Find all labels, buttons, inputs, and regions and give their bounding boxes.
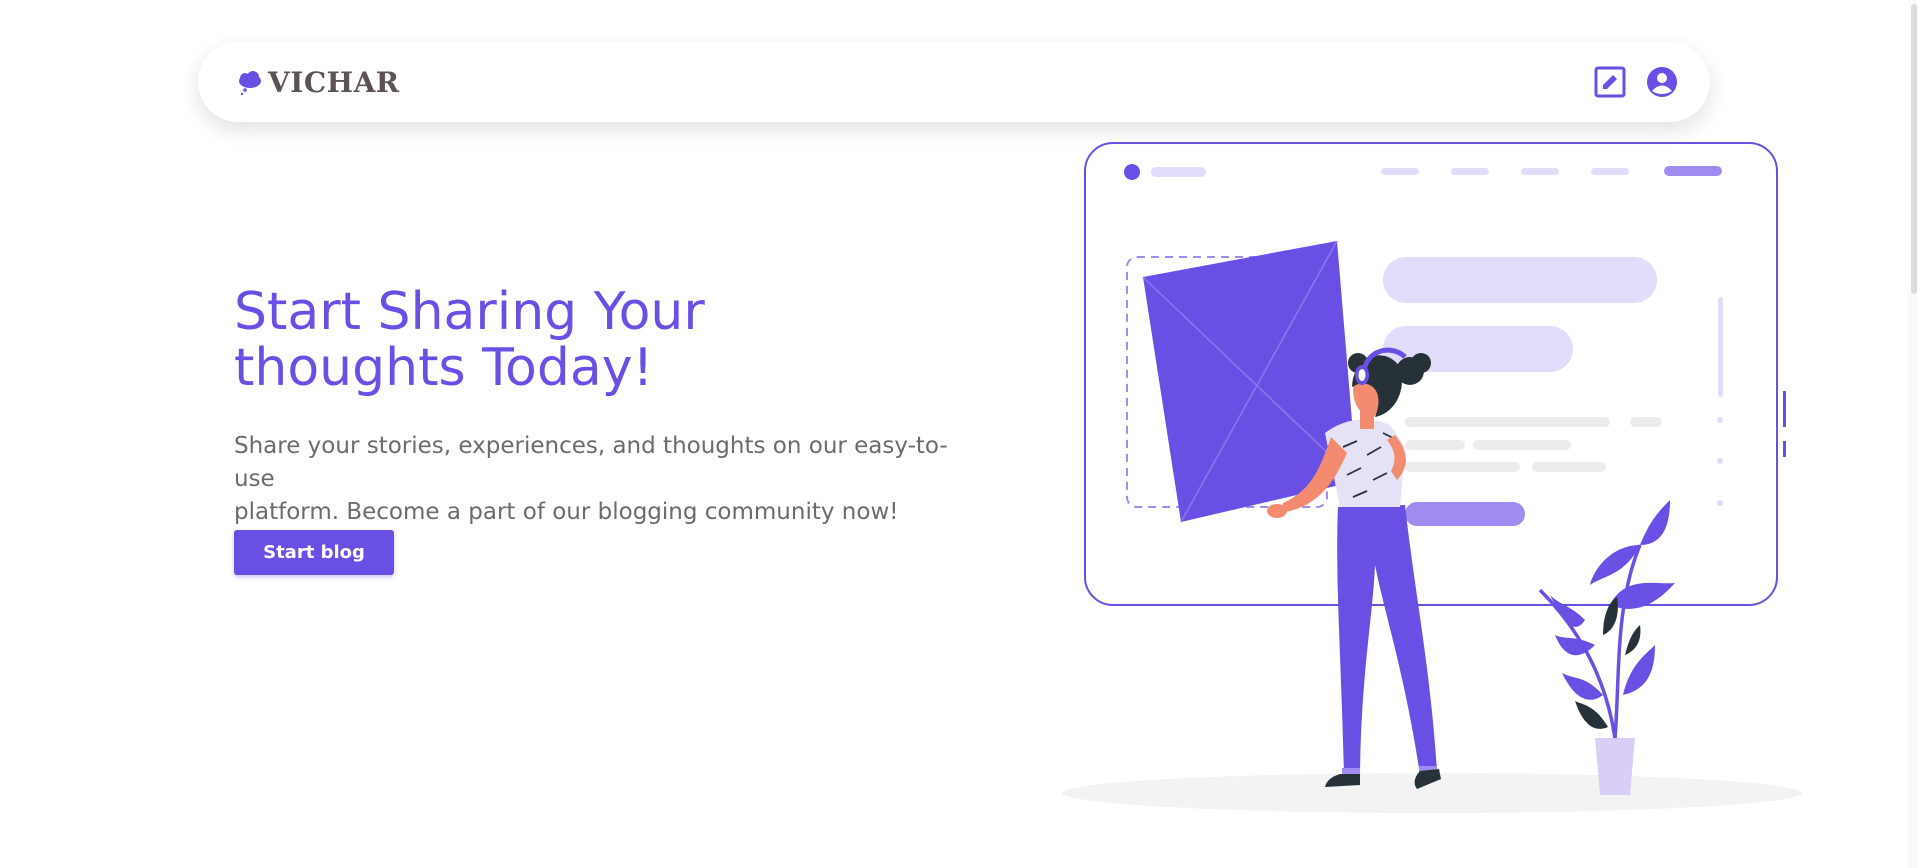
- account-circle-icon[interactable]: [1642, 62, 1682, 102]
- brand-name: VICHAR: [268, 66, 400, 99]
- potted-plant-illustration: [1538, 500, 1675, 795]
- hero-title-line: Start Sharing Your: [234, 282, 705, 342]
- hero-title: Start Sharing Your thoughts Today!: [234, 284, 974, 396]
- hero-subtitle-line: platform. Become a part of our blogging …: [234, 499, 899, 525]
- edit-icon[interactable]: [1592, 64, 1628, 100]
- hero-title-line: thoughts Today!: [234, 338, 654, 398]
- cloud-icon: [239, 70, 261, 95]
- brand-logo[interactable]: VICHAR: [236, 66, 400, 99]
- hero-illustration: [1062, 142, 1802, 813]
- hero-subtitle-line: Share your stories, experiences, and tho…: [234, 433, 948, 492]
- hero-subtitle: Share your stories, experiences, and tho…: [234, 430, 974, 529]
- navbar: VICHAR: [198, 42, 1710, 122]
- scrollbar-thumb[interactable]: [1911, 4, 1917, 294]
- start-blog-button[interactable]: Start blog: [234, 530, 394, 575]
